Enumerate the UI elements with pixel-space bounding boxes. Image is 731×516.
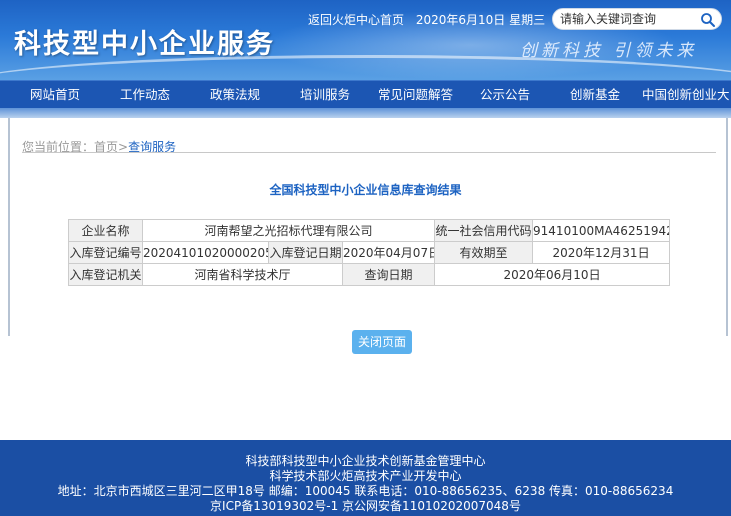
top-links: 返回火炬中心首页 2020年6月10日 星期三: [308, 11, 545, 28]
site-footer: 科技部科技型中小企业技术创新基金管理中心 科学技术部火炬高技术产业开发中心 地址…: [0, 440, 731, 516]
search-input[interactable]: [560, 11, 700, 27]
label-registration-number: 入库登记编号: [68, 241, 143, 264]
main-nav: 网站首页 工作动态 政策法规 培训服务 常见问题解答 公示公告 创新基金 中国创…: [0, 80, 731, 108]
label-registration-date: 入库登记日期: [268, 241, 343, 264]
search-icon[interactable]: [700, 12, 716, 28]
nav-item-home[interactable]: 网站首页: [30, 81, 80, 109]
value-query-date: 2020年06月10日: [434, 263, 671, 286]
current-date: 2020年6月10日 星期三: [415, 13, 546, 27]
label-registration-authority: 入库登记机关: [68, 263, 143, 286]
nav-item-training[interactable]: 培训服务: [300, 81, 350, 109]
footer-org-line: 科学技术部火炬高技术产业开发中心: [269, 469, 462, 483]
label-company-name: 企业名称: [68, 219, 143, 242]
value-registration-authority: 河南省科学技术厅: [142, 263, 343, 286]
label-credit-code: 统一社会信用代码: [434, 219, 534, 242]
search-box: [552, 8, 722, 30]
value-credit-code: 91410100MA46251942: [532, 219, 671, 242]
table-row: 企业名称 河南帮望之光招标代理有限公司 统一社会信用代码 91410100MA4…: [68, 219, 671, 242]
nav-glow: [0, 108, 731, 118]
table-row: 入库登记机关 河南省科学技术厅 查询日期 2020年06月10日: [68, 263, 671, 286]
table-row: 入库登记编号 202041010200002055 入库登记日期 2020年04…: [68, 241, 671, 264]
footer-address: 地址：北京市西城区三里河二区甲18号 邮编：100045 联系电话：010-88…: [57, 484, 674, 498]
value-valid-until: 2020年12月31日: [532, 241, 671, 264]
label-valid-until: 有效期至: [434, 241, 534, 264]
nav-item-policies[interactable]: 政策法规: [210, 81, 260, 109]
label-query-date: 查询日期: [341, 263, 436, 286]
breadcrumb-divider: [22, 152, 716, 153]
footer-org-line: 科技部科技型中小企业技术创新基金管理中心: [245, 454, 486, 468]
site-header: 科技型中小企业服务 返回火炬中心首页 2020年6月10日 星期三 创新科技 引…: [0, 0, 731, 80]
nav-item-innovation-fund[interactable]: 创新基金: [570, 81, 620, 109]
site-title: 科技型中小企业服务: [14, 29, 275, 60]
close-page-button[interactable]: 关闭页面: [352, 330, 412, 354]
footer-icp: 京ICP备13019302号-1 京公网安备11010202007048号: [210, 499, 521, 513]
value-registration-date: 2020年04月07日: [341, 241, 436, 264]
nav-item-announcements[interactable]: 公示公告: [480, 81, 530, 109]
value-company-name: 河南帮望之光招标代理有限公司: [141, 219, 436, 242]
nav-item-faq[interactable]: 常见问题解答: [378, 81, 453, 109]
slogan: 创新科技 引领未来: [520, 41, 698, 61]
company-info-table: 企业名称 河南帮望之光招标代理有限公司 统一社会信用代码 91410100MA4…: [68, 219, 671, 286]
result-title: 全国科技型中小企业信息库查询结果: [269, 183, 462, 197]
nav-item-work-news[interactable]: 工作动态: [120, 81, 170, 109]
nav-item-innovation-contest[interactable]: 中国创新创业大: [642, 81, 730, 109]
home-link[interactable]: 返回火炬中心首页: [308, 13, 404, 27]
value-registration-number: 202041010200002055: [142, 241, 269, 264]
